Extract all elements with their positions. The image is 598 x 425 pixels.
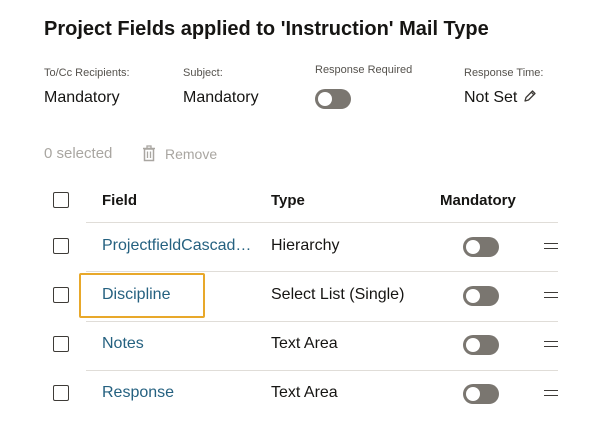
drag-handle-icon[interactable] — [544, 390, 558, 396]
response-required-label: Response Required — [315, 64, 413, 76]
page-title: Project Fields applied to 'Instruction' … — [44, 18, 489, 40]
response-time-field[interactable]: Not Set — [464, 89, 537, 107]
row-divider — [86, 370, 558, 371]
pencil-icon[interactable] — [523, 89, 537, 103]
row-checkbox[interactable] — [53, 287, 69, 303]
selected-count: 0 selected — [44, 145, 113, 162]
response-time-label: Response Time: — [464, 67, 544, 79]
remove-label: Remove — [165, 145, 218, 162]
field-type: Text Area — [271, 384, 338, 401]
response-required-toggle[interactable] — [315, 89, 351, 109]
mandatory-toggle[interactable] — [463, 335, 499, 355]
mandatory-toggle[interactable] — [463, 237, 499, 257]
column-header-field[interactable]: Field — [102, 192, 137, 209]
column-header-mandatory[interactable]: Mandatory — [440, 192, 516, 209]
drag-handle-icon[interactable] — [544, 341, 558, 347]
highlight-box — [79, 273, 205, 318]
row-divider — [86, 271, 558, 272]
field-link[interactable]: Notes — [102, 335, 144, 353]
subject-label: Subject: — [183, 67, 223, 79]
field-type: Select List (Single) — [271, 286, 405, 303]
subject-value: Mandatory — [183, 89, 259, 106]
row-checkbox[interactable] — [53, 385, 69, 401]
recipients-label: To/Cc Recipients: — [44, 67, 130, 79]
row-checkbox[interactable] — [53, 238, 69, 254]
mandatory-toggle[interactable] — [463, 384, 499, 404]
row-checkbox[interactable] — [53, 336, 69, 352]
drag-handle-icon[interactable] — [544, 292, 558, 298]
field-type: Text Area — [271, 335, 338, 352]
remove-button[interactable]: Remove — [141, 145, 217, 162]
row-divider — [86, 222, 558, 223]
trash-icon — [143, 145, 155, 162]
recipients-value: Mandatory — [44, 89, 120, 106]
response-time-value: Not Set — [464, 89, 518, 106]
drag-handle-icon[interactable] — [544, 243, 558, 249]
column-header-type[interactable]: Type — [271, 192, 305, 209]
row-divider — [86, 321, 558, 322]
field-link[interactable]: ProjectfieldCascad… — [102, 237, 251, 255]
field-link[interactable]: Response — [102, 384, 174, 402]
field-type: Hierarchy — [271, 237, 340, 254]
mandatory-toggle[interactable] — [463, 286, 499, 306]
select-all-checkbox[interactable] — [53, 192, 69, 208]
